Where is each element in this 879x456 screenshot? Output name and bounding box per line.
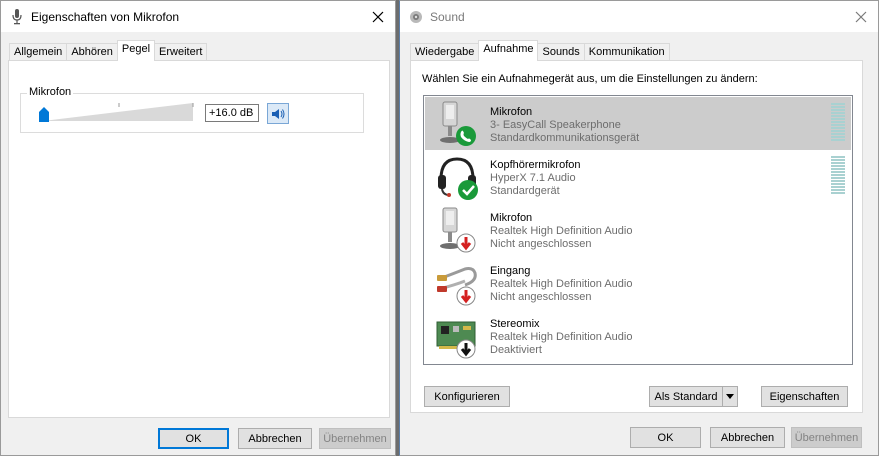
device-name: Eingang [490, 265, 531, 277]
device-status: Standardgerät [490, 185, 560, 197]
speaker-icon [272, 108, 285, 119]
tab-erweitert[interactable]: Erweitert [154, 43, 208, 61]
slider-thumb[interactable] [39, 107, 49, 122]
list-item[interactable]: Kopfhörermikrofon HyperX 7.1 Audio Stand… [425, 150, 851, 203]
close-button[interactable] [844, 1, 878, 32]
tab-pegel[interactable]: Pegel [116, 40, 156, 61]
list-item[interactable]: Eingang Realtek High Definition Audio Ni… [425, 256, 851, 309]
window-title: Eigenschaften von Mikrofon [31, 9, 180, 24]
level-meter [831, 103, 845, 141]
list-item[interactable]: Mikrofon 3- EasyCall Speakerphone Standa… [425, 97, 851, 150]
tab-strip: Allgemein Abhören Pegel Erweitert [9, 40, 208, 61]
ok-button[interactable]: OK [158, 428, 229, 449]
list-item[interactable]: Mikrofon Realtek High Definition Audio N… [425, 203, 851, 256]
device-status: Nicht angeschlossen [490, 291, 592, 303]
microphone-icon [9, 8, 25, 25]
line-in-device-icon [435, 259, 481, 307]
sound-card-device-icon [435, 312, 481, 360]
tab-abhoeren[interactable]: Abhören [66, 43, 118, 61]
device-name: Stereomix [490, 318, 540, 330]
apply-button[interactable]: Übernehmen [791, 427, 862, 448]
sound-app-icon [408, 9, 424, 25]
device-status: Nicht angeschlossen [490, 238, 592, 250]
tab-aufnahme[interactable]: Aufnahme [478, 40, 539, 61]
ok-button[interactable]: OK [630, 427, 701, 448]
device-status: Standardkommunikationsgerät [490, 132, 640, 144]
device-name: Mikrofon [490, 212, 533, 224]
microphone-properties-window: Eigenschaften von Mikrofon Allgemein Abh… [0, 0, 396, 456]
recording-device-list[interactable]: Mikrofon 3- EasyCall Speakerphone Standa… [423, 95, 853, 365]
microphone-device-icon [435, 206, 481, 254]
tab-panel: Wählen Sie ein Aufnahmegerät aus, um die… [410, 60, 863, 413]
titlebar[interactable]: Eigenschaften von Mikrofon [1, 1, 395, 32]
configure-button[interactable]: Konfigurieren [424, 386, 510, 407]
close-icon [855, 11, 867, 22]
properties-button[interactable]: Eigenschaften [761, 386, 848, 407]
sound-window: Sound Wiedergabe Aufnahme Sounds Kommuni… [399, 0, 879, 456]
device-name: Kopfhörermikrofon [490, 159, 581, 171]
level-meter [831, 156, 845, 194]
set-default-split-button[interactable]: Als Standard [649, 386, 738, 407]
tab-strip: Wiedergabe Aufnahme Sounds Kommunikation [410, 40, 670, 61]
close-button[interactable] [361, 1, 395, 32]
set-default-button[interactable]: Als Standard [649, 386, 722, 407]
microphone-device-icon [435, 100, 481, 148]
level-slider[interactable] [39, 101, 195, 123]
cancel-button[interactable]: Abbrechen [710, 427, 785, 448]
level-value-field[interactable]: +16.0 dB [205, 104, 259, 122]
mute-button[interactable] [267, 103, 289, 124]
tab-wiedergabe[interactable]: Wiedergabe [410, 43, 480, 61]
tab-panel: Mikrofon +16.0 dB [8, 60, 390, 418]
list-item[interactable]: Stereomix Realtek High Definition Audio … [425, 309, 851, 362]
device-name: Mikrofon [490, 106, 533, 118]
tab-kommunikation[interactable]: Kommunikation [583, 43, 670, 61]
device-status: Deaktiviert [490, 344, 542, 356]
device-driver: HyperX 7.1 Audio [490, 172, 576, 184]
device-driver: Realtek High Definition Audio [490, 225, 633, 237]
tab-sounds[interactable]: Sounds [537, 43, 585, 61]
slider-track [43, 103, 194, 121]
close-icon [372, 11, 384, 22]
window-title: Sound [430, 9, 465, 24]
tab-allgemein[interactable]: Allgemein [9, 43, 68, 61]
cancel-button[interactable]: Abbrechen [238, 428, 312, 449]
device-driver: 3- EasyCall Speakerphone [490, 119, 621, 131]
level-group-label: Mikrofon [27, 86, 74, 98]
device-driver: Realtek High Definition Audio [490, 331, 633, 343]
dropdown-arrow-icon [726, 393, 734, 399]
instruction-text: Wählen Sie ein Aufnahmegerät aus, um die… [422, 73, 758, 85]
apply-button[interactable]: Übernehmen [319, 428, 391, 449]
device-driver: Realtek High Definition Audio [490, 278, 633, 290]
headset-device-icon [435, 153, 481, 201]
titlebar[interactable]: Sound [400, 1, 878, 32]
set-default-dropdown[interactable] [722, 386, 738, 407]
